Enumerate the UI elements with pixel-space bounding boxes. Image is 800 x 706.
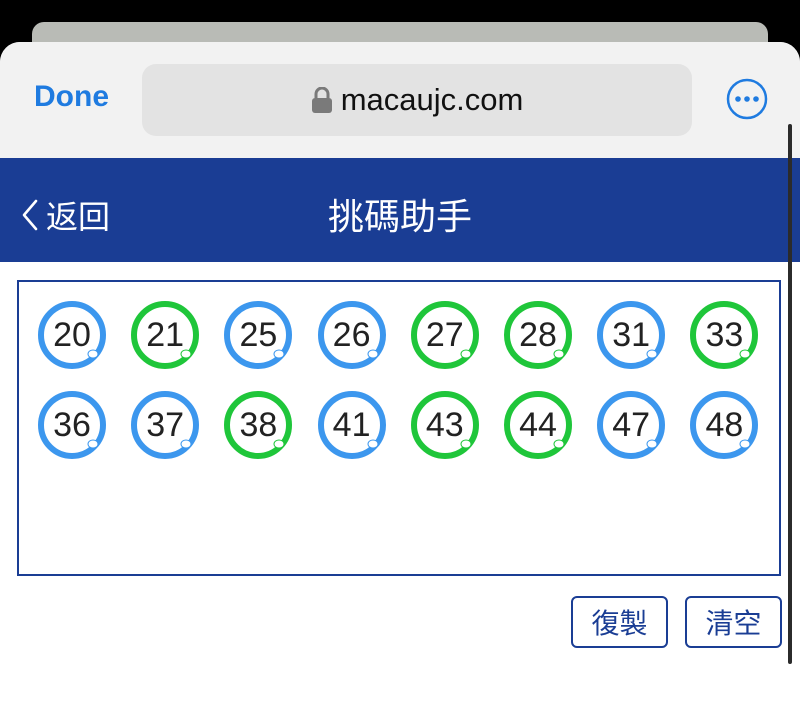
ball-number: 31 [612, 316, 651, 354]
browser-sheet: Done macaujc.com 返回 挑碼助手 20 21 25 26 27 28 31 3… [0, 42, 800, 706]
ball-number: 41 [332, 406, 371, 444]
number-ball[interactable]: 43 [410, 390, 480, 460]
url-field[interactable]: macaujc.com [142, 64, 692, 136]
ball-number: 38 [239, 406, 278, 444]
app-header: 返回 挑碼助手 [0, 158, 800, 262]
number-ball[interactable]: 48 [689, 390, 759, 460]
number-ball[interactable]: 20 [37, 300, 107, 370]
scrollbar[interactable] [788, 124, 792, 664]
browser-toolbar: Done macaujc.com [0, 42, 800, 158]
number-ball[interactable]: 33 [689, 300, 759, 370]
done-button[interactable]: Done [34, 80, 109, 114]
number-ball[interactable]: 36 [37, 390, 107, 460]
ball-number: 36 [53, 406, 91, 444]
ball-number: 21 [146, 316, 185, 354]
number-ball[interactable]: 25 [223, 300, 293, 370]
number-ball[interactable]: 28 [503, 300, 573, 370]
number-ball[interactable]: 44 [503, 390, 573, 460]
ball-number: 47 [612, 406, 651, 444]
ball-number: 43 [425, 406, 464, 444]
lock-icon [311, 87, 332, 113]
url-text: macaujc.com [340, 82, 524, 117]
number-ball[interactable]: 41 [317, 390, 387, 460]
number-ball[interactable]: 21 [130, 300, 200, 370]
number-ball[interactable]: 26 [317, 300, 387, 370]
copy-button[interactable]: 復製 [571, 596, 668, 648]
selected-numbers-panel: 20 21 25 26 27 28 31 33 36 37 38 41 43 44 47 48 [17, 280, 781, 576]
page-title: 挑碼助手 [327, 196, 472, 237]
ball-number: 28 [519, 316, 557, 354]
ball-number: 20 [53, 316, 91, 354]
ball-number: 26 [332, 316, 371, 354]
ball-number: 33 [705, 316, 744, 354]
ball-number: 25 [239, 316, 278, 354]
number-ball[interactable]: 38 [223, 390, 293, 460]
number-ball[interactable]: 37 [130, 390, 200, 460]
number-ball[interactable]: 27 [410, 300, 480, 370]
ball-number: 48 [705, 406, 744, 444]
number-ball[interactable]: 31 [596, 300, 666, 370]
more-options-icon[interactable] [726, 78, 768, 120]
ball-number: 27 [425, 316, 464, 354]
ball-number: 37 [146, 406, 185, 444]
clear-button[interactable]: 清空 [685, 596, 782, 648]
ball-number: 44 [519, 406, 557, 444]
number-ball[interactable]: 47 [596, 390, 666, 460]
